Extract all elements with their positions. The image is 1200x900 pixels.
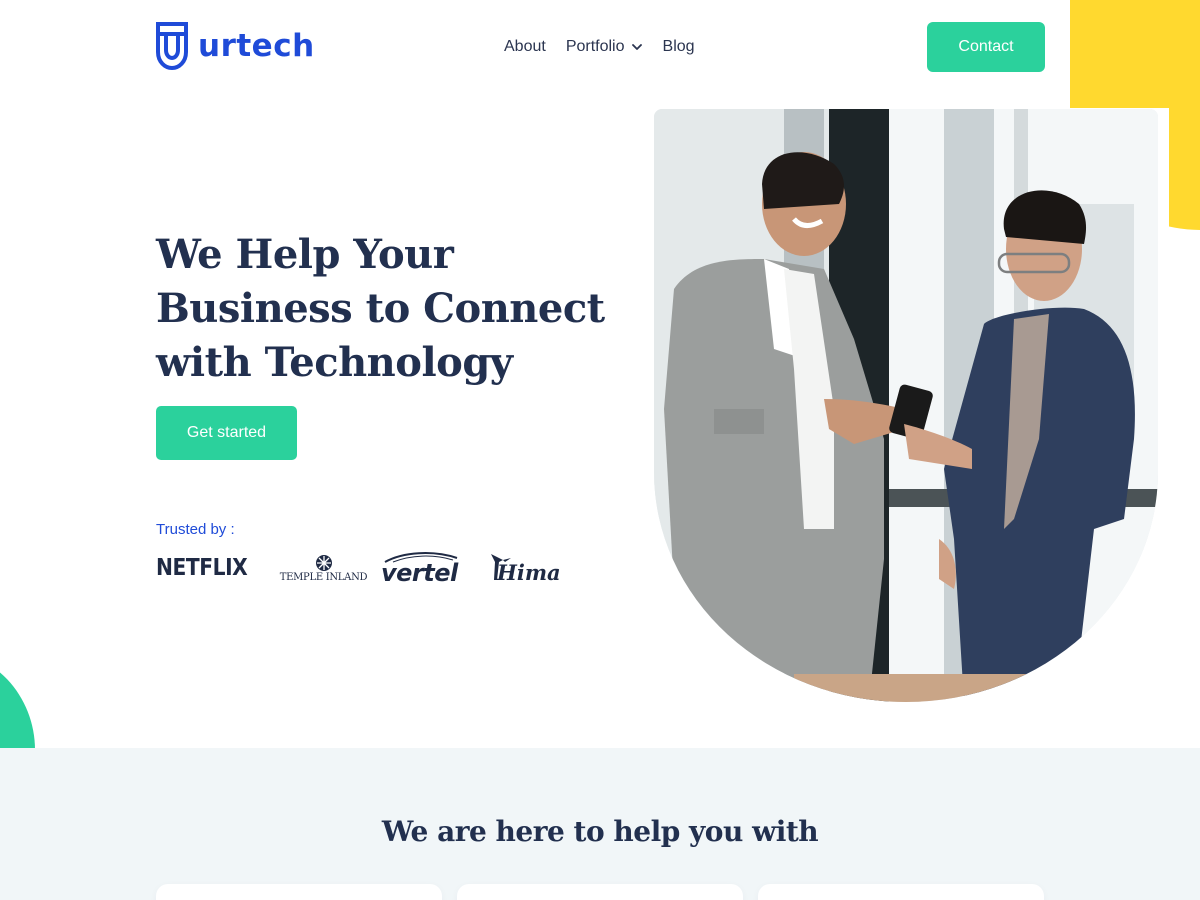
swoosh-icon [384,552,458,563]
brand-logo-vertel: vertel [381,548,489,588]
nav-item-label: About [504,38,546,55]
nav-item-about[interactable]: About [504,38,546,56]
shield-u-icon [156,22,188,70]
hero-title-line: Business to Connect [156,285,605,332]
nav-item-label: Blog [662,38,695,55]
hero-title: We Help Your Business to Connect with Te… [156,228,605,390]
decorative-green-shape [0,650,35,750]
hero-title-line: with Technology [156,339,513,386]
service-card[interactable] [758,884,1044,900]
nav-item-portfolio[interactable]: Portfolio [566,38,643,56]
brand-logo-temple-inland: TEMPLE INLAND [266,548,381,588]
services-title: We are here to help you with [381,815,819,848]
service-card[interactable] [156,884,442,900]
main-nav: About Portfolio Blog [504,38,695,56]
chevron-down-icon [631,44,642,50]
hero-image [654,109,1158,702]
nav-item-blog[interactable]: Blog [663,38,695,56]
hero-photo-illustration [654,109,1158,702]
logo-text: urtech [198,28,315,64]
logo[interactable]: urtech [156,22,315,70]
trusted-brands: NETFLIX TEMPLE INLAND vertel Hima [156,548,579,588]
page: urtech About Portfolio Blog Contact We H… [0,0,1200,900]
service-card[interactable] [457,884,743,900]
brand-name: NETFLIX [156,555,248,581]
brand-logo-hima: Hima [489,548,579,588]
snowflake-icon [315,554,332,571]
contact-button[interactable]: Contact [927,22,1045,72]
hero-title-line: We Help Your [156,231,454,278]
brand-name: TEMPLE INLAND [279,571,368,583]
trusted-by-label: Trusted by : [156,521,235,538]
nav-item-label: Portfolio [565,38,625,55]
brand-logo-netflix: NETFLIX [156,548,253,588]
bird-icon [491,554,511,580]
get-started-button[interactable]: Get started [156,406,297,460]
